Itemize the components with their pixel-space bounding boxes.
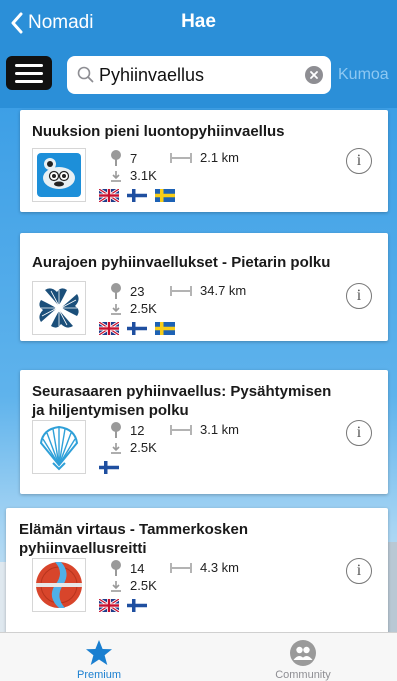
stops-stat: 7: [110, 150, 137, 166]
download-icon: [111, 580, 121, 592]
sweden-flag-icon: [155, 322, 175, 335]
downloads-stat: 2.5K: [110, 301, 157, 316]
route-thumbnail: [32, 558, 86, 612]
hamburger-icon-line: [15, 71, 43, 75]
tab-label: Premium: [76, 669, 121, 681]
mascot-icon: [37, 153, 81, 197]
uk-flag-icon: [99, 322, 119, 335]
route-card[interactable]: Aurajoen pyhiinvaellukset - Pietarin pol…: [20, 233, 388, 341]
location-pin-icon: [111, 283, 121, 299]
distance-value: 2.1 km: [200, 150, 240, 165]
distance-icon: [170, 562, 192, 573]
language-flags: [99, 599, 147, 612]
clear-search-button[interactable]: [305, 66, 323, 84]
distance-icon: [170, 152, 192, 163]
tab-community[interactable]: Community: [204, 633, 397, 681]
tab-label: Community: [275, 669, 331, 681]
distance-value: 34.7 km: [200, 283, 247, 298]
distance-icon: [170, 424, 192, 435]
location-pin-icon: [111, 150, 121, 166]
info-button[interactable]: i: [346, 420, 372, 446]
distance-stat: 34.7 km: [170, 283, 246, 298]
stops-stat: 23: [110, 283, 144, 299]
finland-flag-icon: [127, 189, 147, 202]
downloads-count: 2.5K: [130, 440, 157, 455]
route-card[interactable]: Elämän virtaus - Tammerkosken pyhiinvael…: [6, 508, 388, 632]
location-pin-icon: [111, 560, 121, 576]
clear-icon: [310, 71, 318, 79]
distance-stat: 3.1 km: [170, 422, 239, 437]
stops-count: 12: [130, 422, 145, 438]
tab-premium[interactable]: Premium: [0, 633, 198, 681]
page-title: Hae: [181, 11, 216, 32]
uk-flag-icon: [99, 189, 119, 202]
finland-flag-icon: [99, 461, 119, 474]
crossed-shells-icon: [39, 288, 79, 328]
location-pin-icon: [111, 422, 121, 438]
sweden-flag-icon: [155, 189, 175, 202]
route-thumbnail: [32, 420, 86, 474]
stops-count: 14: [130, 560, 145, 576]
language-flags: [99, 189, 175, 202]
downloads-count: 3.1K: [130, 168, 157, 183]
stops-count: 23: [130, 283, 145, 299]
route-thumbnail: [32, 281, 86, 335]
navigation-bar: Nomadi Hae: [0, 0, 397, 46]
tab-bar: Premium Community: [0, 632, 397, 681]
download-icon: [111, 303, 121, 315]
route-card[interactable]: Nuuksion pieni luontopyhiinvaellus 7 2.1…: [20, 110, 388, 212]
downloads-count: 2.5K: [130, 578, 157, 593]
downloads-stat: 3.1K: [110, 168, 157, 183]
info-icon: i: [356, 287, 362, 304]
route-title: Seurasaaren pyhiinvaellus: Pysähtymisen …: [32, 383, 332, 419]
star-icon: [86, 640, 112, 665]
route-thumbnail: [32, 148, 86, 202]
finland-flag-icon: [127, 599, 147, 612]
distance-stat: 4.3 km: [170, 560, 239, 575]
stops-stat: 12: [110, 422, 144, 438]
info-icon: i: [356, 424, 362, 441]
menu-button[interactable]: [6, 56, 52, 90]
results-list: Nuuksion pieni luontopyhiinvaellus 7 2.1…: [0, 108, 397, 632]
uk-flag-icon: [99, 599, 119, 612]
community-icon: [290, 640, 316, 666]
distance-icon: [170, 285, 192, 296]
hamburger-icon-line: [15, 79, 43, 83]
stops-count: 7: [130, 150, 138, 166]
stops-stat: 14: [110, 560, 144, 576]
search-bar: Kumoa: [0, 46, 397, 108]
download-icon: [111, 442, 121, 454]
route-card[interactable]: Seurasaaren pyhiinvaellus: Pysähtymisen …: [20, 370, 388, 494]
search-icon: [77, 66, 94, 83]
hamburger-icon: [15, 63, 43, 67]
search-field[interactable]: [67, 56, 331, 94]
distance-value: 3.1 km: [200, 422, 240, 437]
cancel-button[interactable]: Kumoa: [338, 66, 389, 84]
downloads-stat: 2.5K: [110, 440, 157, 455]
finland-flag-icon: [127, 322, 147, 335]
info-button[interactable]: i: [346, 283, 372, 309]
distance-stat: 2.1 km: [170, 150, 239, 165]
route-title: Elämän virtaus - Tammerkosken pyhiinvael…: [19, 521, 248, 557]
river-emblem-icon: [36, 562, 82, 608]
info-icon: i: [356, 152, 362, 169]
downloads-stat: 2.5K: [110, 578, 157, 593]
route-title: Nuuksion pieni luontopyhiinvaellus: [32, 123, 285, 140]
language-flags: [99, 322, 175, 335]
scallop-shell-icon: [39, 425, 79, 471]
info-button[interactable]: i: [346, 148, 372, 174]
info-button[interactable]: i: [346, 558, 372, 584]
distance-value: 4.3 km: [200, 560, 240, 575]
route-title: Aurajoen pyhiinvaellukset - Pietarin pol…: [32, 254, 331, 271]
language-flags: [99, 461, 119, 474]
search-input[interactable]: [99, 62, 295, 88]
downloads-count: 2.5K: [130, 301, 157, 316]
info-icon: i: [356, 562, 362, 579]
download-icon: [111, 170, 121, 182]
